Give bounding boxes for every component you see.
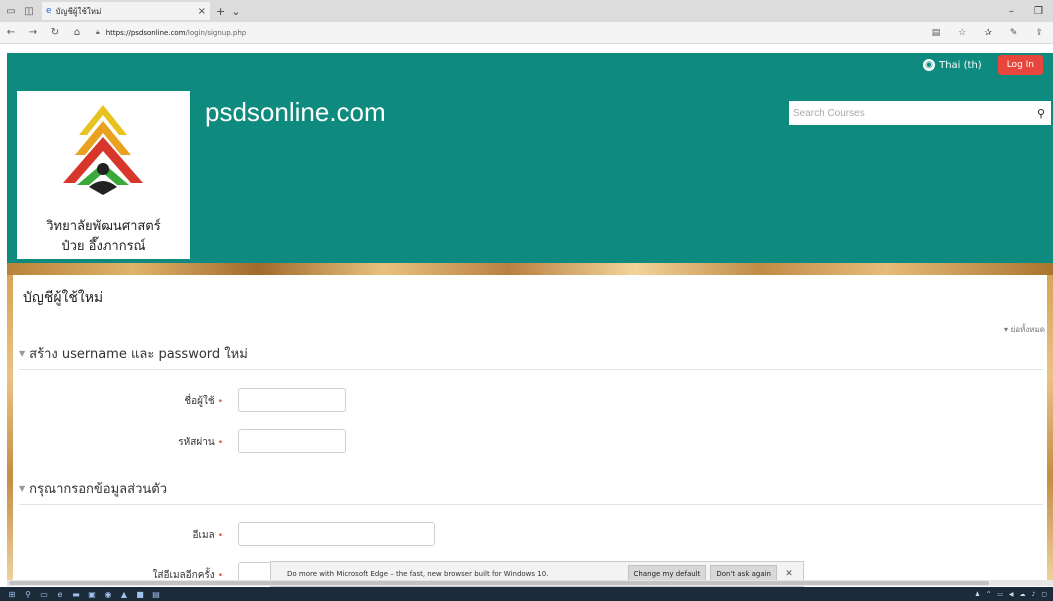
word-icon[interactable]: ▤: [148, 590, 164, 599]
tab-list-chevron-icon[interactable]: ⌄: [231, 5, 240, 18]
required-icon: •: [217, 531, 223, 541]
tab-preview-icon[interactable]: ▭: [4, 4, 18, 18]
minimize-icon[interactable]: –: [1009, 6, 1014, 17]
site-title[interactable]: psdsonline.com: [205, 97, 386, 128]
username-field[interactable]: [238, 388, 346, 412]
network-icon[interactable]: ▭: [997, 591, 1003, 598]
tab-title: บัญชีผู้ใช้ใหม่: [55, 6, 102, 16]
task-view-icon[interactable]: ▭: [36, 590, 52, 599]
file-explorer-icon[interactable]: ▬: [68, 590, 84, 599]
browser-toolbar-right: ▤ ☆ ✰ ✎ ⇪: [932, 28, 1053, 38]
windows-taskbar: ⊞ ⚲ ▭ e ▬ ▣ ◉ ▲ ■ ▤ ♟ ^ ▭ ◀ ☁ ♪ ▢: [0, 587, 1053, 601]
refresh-icon[interactable]: ↻: [44, 27, 66, 38]
notification-message: Do more with Microsoft Edge – the fast, …: [287, 570, 549, 578]
maximize-icon[interactable]: ❐: [1034, 6, 1043, 17]
section-title-account: สร้าง username และ password ใหม่: [29, 347, 248, 362]
college-logo[interactable]: วิทยาลัยพัฒนศาสตร์ ป๋วย อึ๊งภากรณ์: [17, 91, 190, 259]
search-courses-input[interactable]: [789, 102, 1031, 124]
language-label: Thai (th): [939, 59, 982, 71]
share-icon[interactable]: ⇪: [1035, 28, 1043, 38]
browser-tab-bar: ▭ ◫ e บัญชีผู้ใช้ใหม่ × + ⌄ – ❐: [0, 0, 1053, 22]
required-icon: •: [217, 438, 223, 448]
edge-favicon-icon: e: [46, 6, 52, 16]
store-icon[interactable]: ▣: [84, 590, 100, 599]
speaker-icon[interactable]: ♪: [1031, 591, 1035, 598]
tabs-aside-icon[interactable]: ◫: [22, 4, 36, 18]
forward-icon[interactable]: →: [22, 27, 44, 38]
url-field[interactable]: 🔒︎ https://psdsonline.com/login/signup.p…: [96, 28, 246, 37]
address-bar: ← → ↻ ⌂ 🔒︎ https://psdsonline.com/login/…: [0, 22, 1053, 44]
reading-view-icon[interactable]: ▤: [932, 28, 941, 38]
home-icon[interactable]: ⌂: [66, 27, 88, 38]
people-icon[interactable]: ♟: [975, 591, 980, 598]
wood-side-right: [1047, 275, 1053, 580]
logo-emblem-icon: [63, 105, 143, 195]
url-host: https://psdsonline.com: [105, 28, 186, 37]
browser-tab-active[interactable]: e บัญชีผู้ใช้ใหม่ ×: [42, 2, 210, 20]
section-divider: [19, 504, 1043, 505]
logo-name-line2: ป๋วย อึ๊งภากรณ์: [61, 239, 146, 254]
window-controls: – ❐: [1009, 6, 1053, 17]
site-header: วิทยาลัยพัฒนศาสตร์ ป๋วย อึ๊งภากรณ์ psdso…: [7, 77, 1053, 263]
edge-app-icon[interactable]: e: [52, 590, 68, 599]
required-icon: •: [217, 397, 223, 407]
search-icon[interactable]: ⚲: [1031, 107, 1051, 120]
username-label: ชื่อผู้ใช้ •: [13, 394, 223, 409]
globe-icon: ◉: [923, 59, 936, 71]
app-icon[interactable]: ▲: [116, 590, 132, 599]
email-label: อีเมล •: [13, 528, 223, 543]
favorite-star-icon[interactable]: ☆: [958, 28, 966, 38]
browser-window: ▭ ◫ e บัญชีผู้ใช้ใหม่ × + ⌄ – ❐ ← → ↻ ⌂ …: [0, 0, 1053, 601]
caret-down-icon: ▼: [19, 484, 26, 493]
language-menu[interactable]: ◉ Thai (th): [923, 59, 982, 71]
password-label: รหัสผ่าน •: [13, 435, 223, 450]
section-header-personal[interactable]: ▼ กรุณากรอกข้อมูลส่วนตัว: [19, 478, 167, 499]
lock-icon: 🔒︎: [96, 28, 100, 36]
collapse-all-link[interactable]: ▾ ย่อทั้งหมด: [1004, 323, 1045, 336]
tray-chevron-icon[interactable]: ^: [986, 591, 991, 598]
password-label-text: รหัสผ่าน: [178, 437, 215, 448]
section-header-account[interactable]: ▼ สร้าง username และ password ใหม่: [19, 343, 248, 364]
notification-center-icon[interactable]: ▢: [1041, 591, 1047, 598]
username-label-text: ชื่อผู้ใช้: [184, 396, 215, 407]
new-tab-icon[interactable]: +: [216, 5, 225, 18]
email-field[interactable]: [238, 522, 435, 546]
onedrive-icon[interactable]: ☁: [1019, 591, 1025, 598]
logo-name-line1: วิทยาลัยพัฒนศาสตร์: [46, 219, 161, 234]
top-navbar: ◉ Thai (th) Log In: [7, 53, 1053, 77]
password-field[interactable]: [238, 429, 346, 453]
chrome-icon[interactable]: ◉: [100, 590, 116, 599]
section-title-personal: กรุณากรอกข้อมูลส่วนตัว: [29, 482, 167, 497]
close-tab-icon[interactable]: ×: [198, 6, 206, 17]
url-path: /login/signup.php: [185, 28, 247, 37]
caret-down-icon: ▼: [19, 349, 26, 358]
volume-icon[interactable]: ◀: [1009, 591, 1014, 598]
search-box: ⚲: [789, 101, 1051, 125]
page-title: บัญชีผู้ใช้ใหม่: [23, 290, 104, 306]
favorites-hub-icon[interactable]: ✰: [984, 28, 992, 38]
pen-icon[interactable]: ✎: [1010, 28, 1018, 38]
back-icon[interactable]: ←: [0, 27, 22, 38]
close-icon[interactable]: ✕: [781, 569, 797, 579]
email-label-text: อีเมล: [192, 530, 215, 541]
search-icon[interactable]: ⚲: [20, 590, 36, 599]
login-button[interactable]: Log In: [997, 55, 1043, 75]
scrollbar-thumb[interactable]: [9, 581, 989, 585]
app-icon[interactable]: ■: [132, 590, 148, 599]
collapse-all-label: ย่อทั้งหมด: [1010, 325, 1045, 334]
signup-form-region: บัญชีผู้ใช้ใหม่ ▾ ย่อทั้งหมด ▼ สร้าง use…: [13, 275, 1047, 586]
system-tray: ♟ ^ ▭ ◀ ☁ ♪ ▢: [975, 591, 1053, 598]
section-divider: [19, 369, 1043, 370]
windows-start-icon[interactable]: ⊞: [4, 590, 20, 599]
wood-banner: [7, 263, 1053, 275]
horizontal-scrollbar[interactable]: [7, 580, 1053, 586]
